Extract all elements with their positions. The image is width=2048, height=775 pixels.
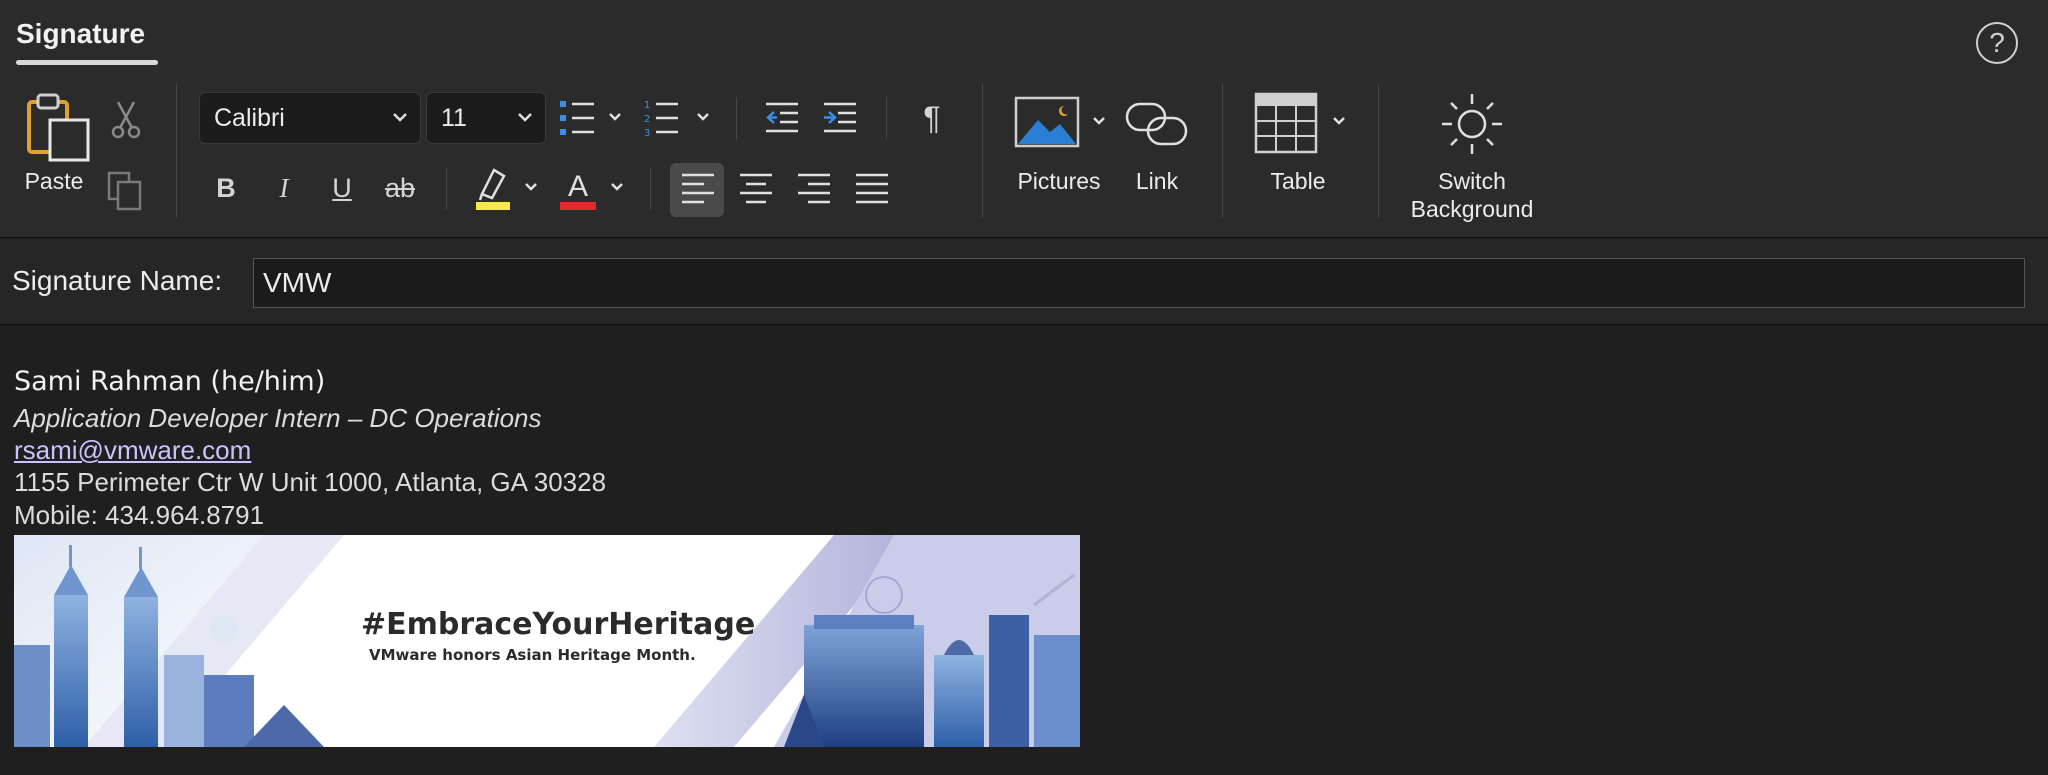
copy-icon[interactable]	[106, 170, 146, 212]
separator	[736, 97, 737, 139]
font-color-icon[interactable]: A	[558, 164, 630, 212]
heritage-banner-image: #EmbraceYourHeritage VMware honors Asian…	[14, 535, 1080, 747]
font-size-select[interactable]: 11	[426, 92, 546, 144]
sig-address: 1155 Perimeter Ctr W Unit 1000, Atlanta,…	[14, 467, 607, 497]
help-glyph: ?	[1989, 27, 2005, 58]
italic-button[interactable]: I	[264, 168, 304, 208]
svg-text:1: 1	[644, 100, 650, 111]
separator	[650, 168, 651, 210]
font-name-value: Calibri	[214, 104, 285, 132]
underline-button[interactable]: U	[322, 168, 362, 208]
tab-signature[interactable]: Signature	[16, 18, 145, 50]
table-label: Table	[1270, 168, 1326, 194]
sig-mobile: Mobile: 434.964.8791	[14, 500, 265, 530]
tab-underline	[16, 60, 158, 65]
paste-label: Paste	[24, 168, 84, 194]
show-formatting-button[interactable]: ¶	[912, 98, 952, 138]
signature-name-bar: Signature Name: VMW	[0, 239, 2048, 325]
switch-label-1: Switch	[1438, 168, 1506, 194]
ribbon: Signature ? Paste Calibri 11 1 2 3 ¶ B I…	[0, 0, 2048, 238]
strikethrough-button[interactable]: ab	[380, 168, 420, 208]
separator	[446, 168, 447, 210]
sig-name: Sami Rahman (he/him)	[14, 366, 326, 397]
align-center-icon[interactable]	[738, 172, 774, 206]
align-right-icon[interactable]	[796, 172, 832, 206]
cut-icon[interactable]	[110, 100, 142, 140]
signature-name-input[interactable]: VMW	[253, 258, 2025, 308]
paste-icon[interactable]	[26, 90, 92, 162]
svg-text:2: 2	[644, 114, 650, 125]
banner-headline: #EmbraceYourHeritage	[361, 607, 756, 642]
sig-title: Application Developer Intern – DC Operat…	[14, 403, 542, 433]
separator	[176, 84, 177, 218]
signature-editor[interactable]: Sami Rahman (he/him) Application Develop…	[14, 362, 606, 532]
table-icon[interactable]	[1254, 92, 1350, 154]
justify-icon[interactable]	[854, 172, 890, 206]
pictures-icon[interactable]	[1014, 96, 1110, 148]
sig-email-link[interactable]: rsami@vmware.com	[14, 434, 606, 466]
font-size-value: 11	[441, 104, 467, 132]
highlight-icon[interactable]	[472, 164, 544, 212]
bold-button[interactable]: B	[206, 168, 246, 208]
bullets-icon[interactable]	[558, 98, 624, 138]
chevron-down-icon	[393, 113, 407, 122]
font-name-select[interactable]: Calibri	[199, 92, 421, 144]
separator	[886, 97, 887, 139]
banner-text: #EmbraceYourHeritage VMware honors Asian…	[361, 607, 755, 664]
link-icon[interactable]	[1124, 100, 1190, 148]
switch-label-2: Background	[1410, 196, 1534, 222]
separator	[982, 84, 983, 218]
separator	[1378, 84, 1379, 218]
chevron-down-icon	[518, 113, 532, 122]
increase-indent-icon[interactable]	[822, 100, 858, 136]
numbering-icon[interactable]: 1 2 3	[642, 98, 712, 140]
svg-text:3: 3	[644, 128, 650, 139]
sun-icon[interactable]	[1440, 92, 1504, 156]
decrease-indent-icon[interactable]	[764, 100, 800, 136]
link-label: Link	[1135, 168, 1179, 194]
signature-name-label: Signature Name:	[12, 265, 223, 296]
font-color-glyph: A	[568, 170, 588, 203]
help-icon[interactable]: ?	[1976, 22, 2018, 64]
pictures-label: Pictures	[1017, 168, 1101, 194]
align-left-icon[interactable]	[680, 172, 716, 206]
separator	[1222, 84, 1223, 218]
banner-subline: VMware honors Asian Heritage Month.	[369, 646, 696, 664]
